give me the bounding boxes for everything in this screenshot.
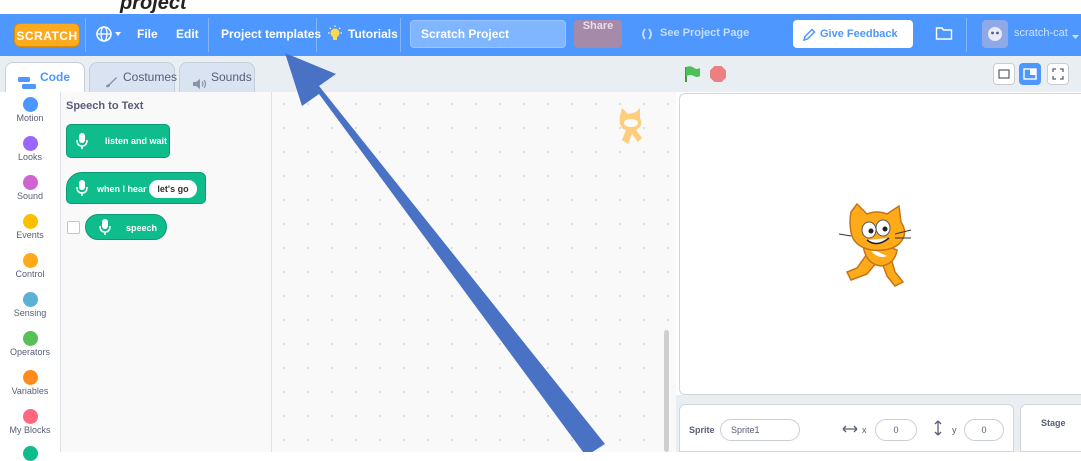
stop-icon[interactable] — [709, 65, 727, 88]
category-looks[interactable]: Looks — [0, 136, 60, 162]
category-label: Sensing — [13, 308, 47, 318]
x-position-icon — [842, 423, 858, 437]
category-label: Events — [16, 230, 44, 240]
avatar[interactable] — [982, 20, 1008, 48]
tab-sounds-label: Sounds — [211, 70, 252, 84]
fullscreen-icon[interactable] — [1047, 63, 1069, 85]
category-label: Operators — [9, 347, 51, 357]
menu-divider — [400, 18, 401, 52]
workspace-scrollbar[interactable] — [664, 330, 669, 452]
y-label: y — [952, 425, 957, 435]
stage-panel-label: Stage — [1041, 418, 1066, 428]
menu-divider — [85, 18, 86, 52]
menu-divider — [966, 18, 967, 52]
x-label: x — [862, 425, 867, 435]
speech-monitor-checkbox[interactable] — [67, 221, 80, 234]
category-label: Looks — [17, 152, 43, 162]
category-sensing[interactable]: Sensing — [0, 292, 60, 318]
listen-and-wait-block[interactable]: listen and wait — [66, 124, 170, 158]
menu-bar: SCRATCH File Edit Project templates Tuto… — [0, 14, 1081, 56]
lightbulb-icon[interactable] — [326, 25, 344, 48]
category-dot — [22, 446, 38, 461]
category-sound[interactable]: Sound — [0, 175, 60, 201]
block-categories: Motion Looks Sound Events Control Sensin… — [0, 92, 61, 461]
chevron-down-icon[interactable] — [1071, 28, 1080, 46]
normal-stage-button[interactable] — [1019, 63, 1041, 85]
category-dot — [22, 136, 38, 151]
category-label: Motion — [16, 113, 44, 123]
scratch-logo[interactable]: SCRATCH — [14, 23, 80, 47]
phrase-input[interactable]: let's go — [149, 180, 197, 198]
category-dot — [22, 97, 38, 112]
block-palette: Speech to Text listen and wait when I he… — [61, 92, 272, 452]
sprite-thumbnail — [612, 106, 648, 155]
sprite-name-input[interactable]: Sprite1 — [720, 419, 800, 441]
category-label: My Blocks — [9, 425, 51, 435]
username[interactable]: scratch-cat — [1014, 27, 1068, 39]
category-label: Variables — [11, 386, 49, 396]
file-menu[interactable]: File — [137, 27, 158, 41]
when-i-hear-block[interactable]: when I hear let's go — [66, 172, 206, 204]
microphone-icon — [75, 179, 89, 199]
stage-canvas[interactable] — [679, 93, 1081, 395]
microphone-icon — [98, 218, 112, 238]
y-position-input[interactable]: 0 — [964, 419, 1004, 441]
category-my-blocks[interactable]: My Blocks — [0, 409, 60, 435]
sprite-info-panel: Sprite Sprite1 x 0 y 0 — [679, 404, 1014, 452]
small-stage-button[interactable] — [993, 63, 1015, 85]
project-title-input[interactable]: Scratch Project — [410, 20, 566, 48]
see-project-page-button[interactable]: See Project Page — [660, 27, 749, 39]
project-templates-menu[interactable]: Project templates — [221, 27, 321, 41]
x-position-input[interactable]: 0 — [875, 419, 917, 441]
category-label: Control — [15, 269, 45, 279]
y-position-icon — [933, 420, 943, 438]
give-feedback-label: Give Feedback — [820, 28, 898, 40]
partial-caption: project — [120, 0, 187, 14]
tutorials-menu[interactable]: Tutorials — [348, 27, 398, 41]
block-label: speech — [126, 223, 158, 233]
tab-costumes[interactable]: Costumes — [89, 62, 178, 92]
script-workspace[interactable] — [272, 92, 676, 452]
green-flag-icon[interactable] — [682, 64, 702, 89]
folder-icon[interactable] — [935, 25, 953, 46]
category-speech-to-text[interactable] — [0, 446, 60, 461]
tab-code-label: Code — [40, 70, 70, 84]
category-motion[interactable]: Motion — [0, 97, 60, 123]
category-control[interactable]: Control — [0, 253, 60, 279]
microphone-icon — [75, 132, 89, 152]
block-label: when I hear — [97, 184, 147, 194]
stage-header — [676, 56, 1081, 92]
category-dot — [22, 331, 38, 346]
pencil-icon — [801, 26, 817, 54]
category-dot — [22, 175, 38, 190]
globe-icon[interactable] — [94, 23, 124, 50]
give-feedback-button[interactable]: Give Feedback — [793, 20, 913, 48]
category-events[interactable]: Events — [0, 214, 60, 240]
category-label: Sound — [16, 191, 44, 201]
category-variables[interactable]: Variables — [0, 370, 60, 396]
tab-code[interactable]: Code — [5, 62, 85, 92]
menu-divider — [316, 18, 317, 52]
sprite-label: Sprite — [689, 425, 715, 435]
stage-selector-panel[interactable]: Stage — [1020, 404, 1081, 452]
category-dot — [22, 370, 38, 385]
category-dot — [22, 292, 38, 307]
remix-icon — [640, 27, 654, 46]
palette-heading: Speech to Text — [66, 100, 144, 112]
menu-divider — [208, 18, 209, 52]
speech-reporter-block[interactable]: speech — [85, 214, 167, 240]
sprite-cat[interactable] — [837, 202, 927, 295]
tab-costumes-label: Costumes — [123, 70, 178, 84]
category-dot — [22, 253, 38, 268]
category-dot — [22, 409, 38, 424]
category-dot — [22, 214, 38, 229]
top-caption-strip: project — [0, 0, 1081, 14]
edit-menu[interactable]: Edit — [176, 27, 199, 41]
share-button[interactable]: Share — [574, 20, 622, 48]
tab-sounds[interactable]: Sounds — [179, 62, 255, 92]
block-label: listen and wait — [105, 136, 168, 146]
editor-tabs: Code Costumes Sounds — [0, 56, 676, 92]
category-operators[interactable]: Operators — [0, 331, 60, 357]
